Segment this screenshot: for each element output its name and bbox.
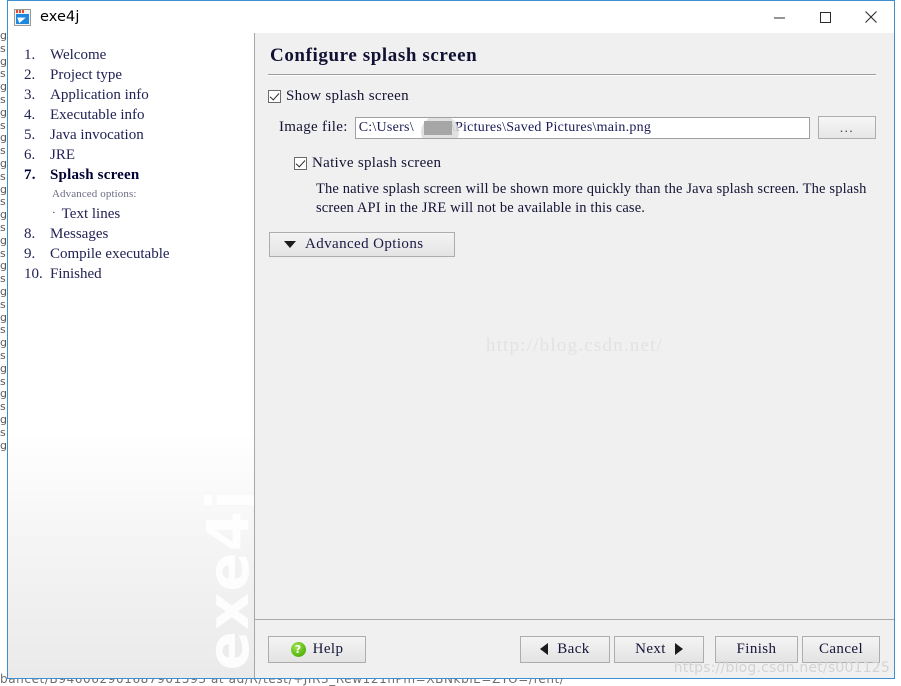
exe4j-wizard-window: exe4j 1. Welcome 2. Project type 3. Appl… [7,0,895,679]
step-label: Splash screen [50,166,140,183]
image-file-label: Image file: [279,119,348,135]
title-bar: exe4j [8,1,894,33]
step-label: Executable info [50,106,145,123]
step-label: Java invocation [50,126,144,143]
browse-image-file-button[interactable]: ... [818,116,876,139]
native-splash-screen-description: The native splash screen will be shown m… [316,181,867,216]
step-number: 8. [24,225,36,242]
sidebar-item-compile-executable[interactable]: 9. Compile executable [24,244,254,264]
sidebar-item-executable-info[interactable]: 4. Executable info [24,105,254,125]
step-label: JRE [50,146,76,163]
step-label: Welcome [50,46,107,63]
bullet-icon: · [52,207,56,219]
step-label: Project type [50,66,123,83]
arrow-right-icon [674,643,683,655]
window-title: exe4j [40,9,80,25]
help-button[interactable]: ? Help [268,635,366,663]
arrow-left-icon [540,643,549,655]
native-splash-screen-row[interactable]: Native splash screen [294,155,876,172]
sidebar-item-java-invocation[interactable]: 5. Java invocation [24,125,254,145]
maximize-icon[interactable] [802,1,848,33]
step-number: 5. [24,126,36,143]
minimize-icon[interactable] [756,1,802,33]
close-icon[interactable] [848,1,894,33]
step-number: 1. [24,46,36,63]
step-label: Application info [50,86,149,103]
question-mark-icon: ? [290,641,306,657]
show-splash-screen-label: Show splash screen [286,88,409,104]
sidebar-item-finished[interactable]: 10. Finished [24,264,254,284]
advanced-options-label: Advanced Options [305,236,424,252]
image-file-row: Image file: C:\Users\ \Pictures\Saved Pic… [279,116,876,139]
sidebar-item-application-info[interactable]: 3. Application info [24,85,254,105]
wizard-footer: ? Help Back Next Finish Cancel https://b… [255,619,894,678]
finish-button[interactable]: Finish [715,635,798,663]
next-button-label: Next [635,640,666,657]
sidebar-item-messages[interactable]: 8. Messages [24,224,254,244]
content-panel: Configure splash screen Show splash scre… [254,33,894,678]
sidebar-item-text-lines[interactable]: · Text lines [24,204,254,224]
blog-watermark: http://blog.csdn.net/ [485,335,664,356]
wizard-step-sidebar: 1. Welcome 2. Project type 3. Applicatio… [8,33,254,678]
sidebar-advanced-options-heading: Advanced options: [52,188,137,200]
image-file-input[interactable]: C:\Users\ \Pictures\Saved Pictures\main.p… [354,116,810,139]
show-splash-screen-row[interactable]: Show splash screen [268,88,876,105]
sidebar-item-welcome[interactable]: 1. Welcome [24,45,254,65]
step-label: Compile executable [50,245,170,262]
native-splash-screen-checkbox[interactable] [294,157,307,170]
exe4j-watermark-logo: exe4j [194,488,254,670]
page-title: Configure splash screen [270,45,478,66]
content-inner: Configure splash screen Show splash scre… [255,33,894,619]
sidebar-item-project-type[interactable]: 2. Project type [24,65,254,85]
sidebar-item-jre[interactable]: 6. JRE [24,145,254,165]
native-splash-screen-label: Native splash screen [312,155,442,171]
image-file-path-suffix: \Pictures\Saved Pictures\main.png [450,119,652,135]
next-button[interactable]: Next [614,635,704,663]
advanced-options-button[interactable]: Advanced Options [269,232,455,257]
step-number: 3. [24,86,36,103]
sidebar-item-splash-screen[interactable]: 7. Splash screen [24,165,254,185]
step-number: 7. [24,166,36,183]
step-number: 2. [24,66,36,83]
step-label: Finished [50,265,102,282]
cancel-button[interactable]: Cancel [802,635,880,663]
step-label: Messages [50,225,109,242]
window-controls [756,1,894,33]
step-number: 4. [24,106,36,123]
redaction-box [423,120,452,135]
help-button-label: Help [312,640,344,657]
image-file-path-prefix: C:\Users\ [358,119,414,135]
step-number: 10. [24,265,43,282]
show-splash-screen-checkbox[interactable] [268,90,281,103]
chevron-down-icon [284,241,296,248]
sub-item-label: Text lines [61,206,121,222]
step-number: 6. [24,146,36,163]
step-number: 9. [24,245,36,262]
exe4j-app-icon [14,8,31,26]
back-button[interactable]: Back [520,635,610,663]
back-button-label: Back [557,640,590,657]
window-body: 1. Welcome 2. Project type 3. Applicatio… [8,33,894,678]
title-separator [268,74,876,75]
wizard-step-list: 1. Welcome 2. Project type 3. Applicatio… [8,33,254,284]
